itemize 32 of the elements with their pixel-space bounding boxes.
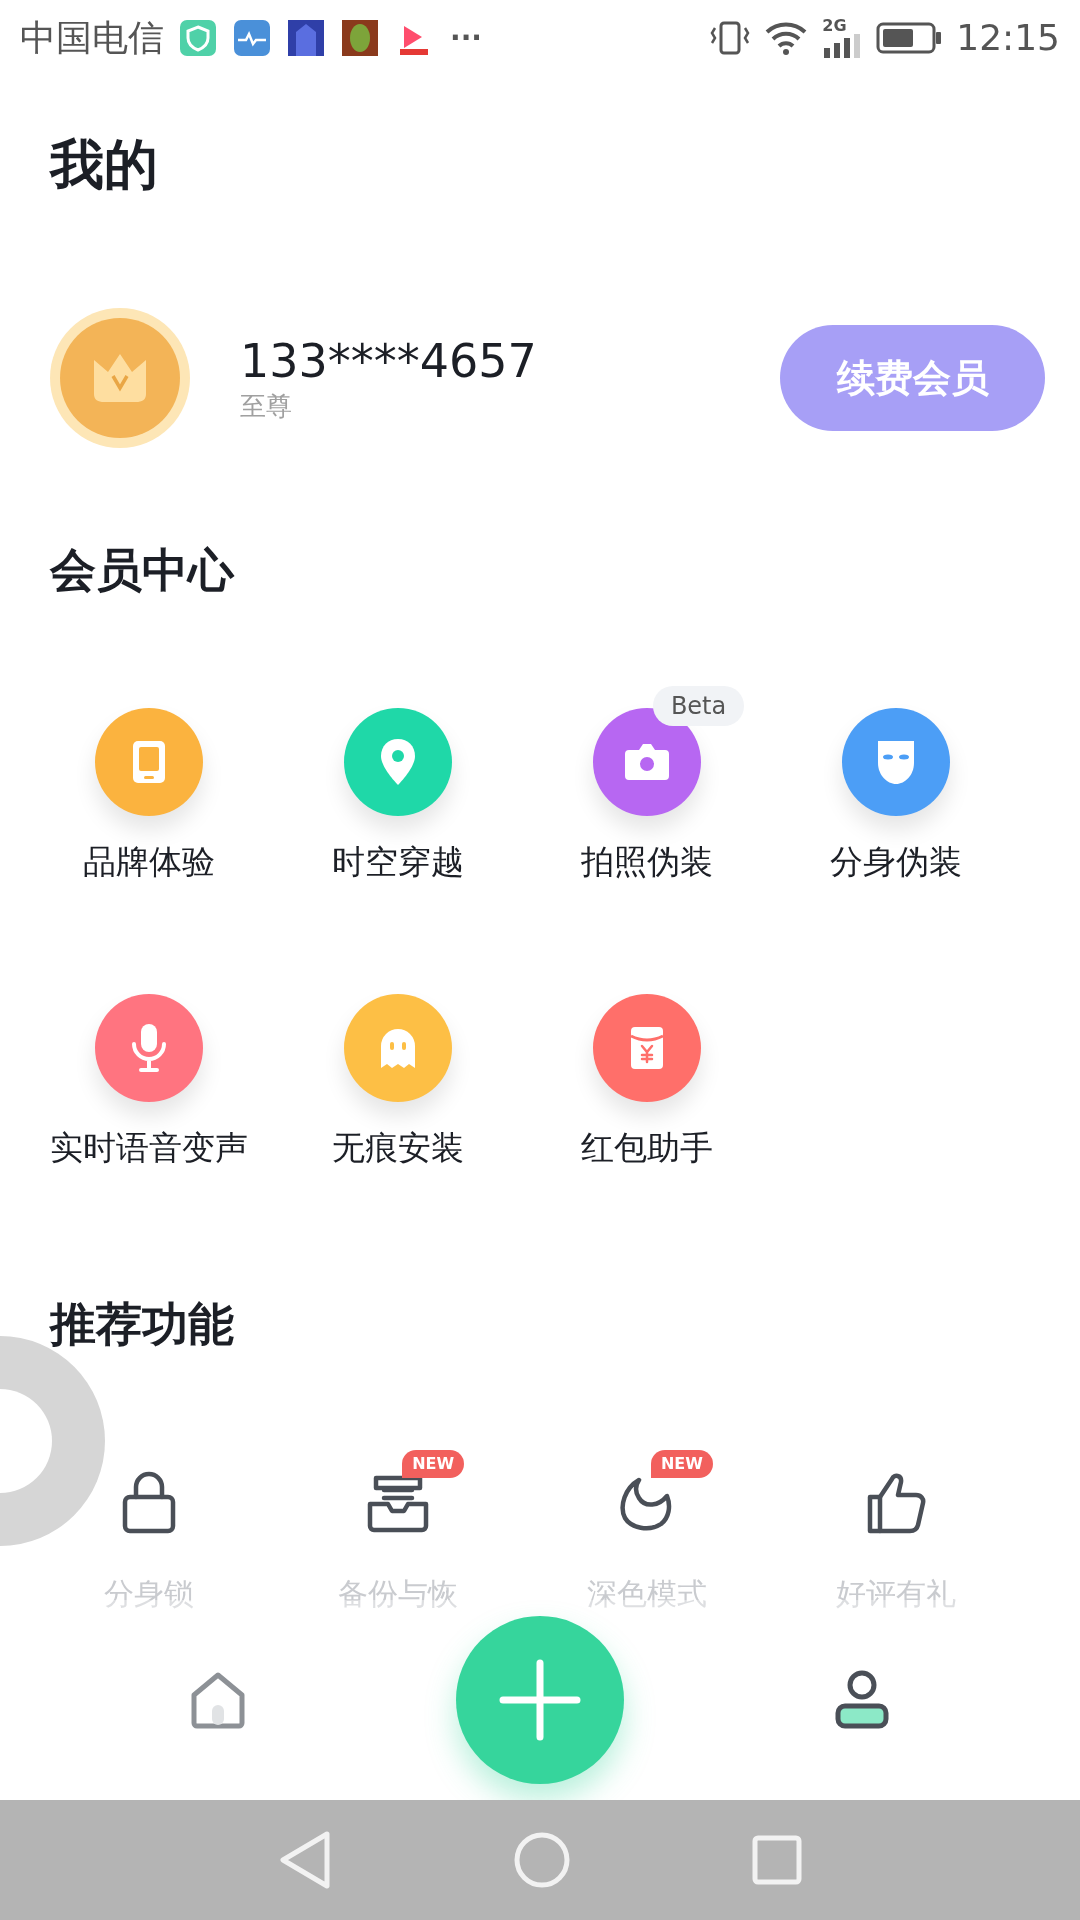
network-type: 2G <box>822 17 847 34</box>
back-icon[interactable] <box>277 1830 333 1890</box>
feature-label: 时空穿越 <box>332 842 465 882</box>
new-badge: NEW <box>402 1450 465 1478</box>
profile-tab-icon[interactable] <box>834 1670 890 1730</box>
membership-level-text: 至尊 <box>240 390 292 423</box>
section-title: 会员中心 <box>50 542 236 599</box>
carrier-name: 中国电信 <box>20 15 164 60</box>
recent-apps-icon[interactable] <box>751 1834 803 1886</box>
feature-label: 品牌体验 <box>83 842 216 882</box>
section-title: 推荐功能 <box>50 1296 235 1353</box>
signal-icon <box>822 33 863 58</box>
plus-icon <box>499 1659 581 1741</box>
shield-app-icon <box>180 19 216 56</box>
feature-label: 实时语音变声 <box>50 1128 249 1168</box>
clock-time: 12:15 <box>956 15 1060 60</box>
feature-label: 分身伪装 <box>829 842 962 882</box>
camera-icon <box>622 742 671 782</box>
feature-label: 拍照伪装 <box>580 842 713 882</box>
feature-label: 红包助手 <box>580 1128 713 1168</box>
page-title: 我的 <box>50 132 159 198</box>
home-tab-icon[interactable] <box>190 1671 246 1729</box>
more-notifications: ··· <box>450 19 482 56</box>
renew-membership-button[interactable]: 续费会员 <box>780 325 1045 431</box>
feature-label: 无痕安装 <box>332 1128 465 1168</box>
vibrate-icon <box>710 19 751 56</box>
home-icon[interactable] <box>513 1831 571 1889</box>
battery-icon <box>876 20 943 55</box>
new-badge: NEW <box>650 1450 713 1478</box>
beta-badge: Beta <box>652 686 745 726</box>
health-app-icon <box>234 19 270 56</box>
phone-number: 133****4657 <box>240 333 537 389</box>
